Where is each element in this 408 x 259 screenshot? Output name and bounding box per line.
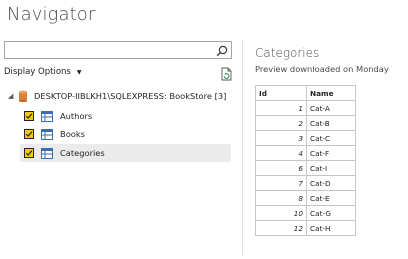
- column-header-id[interactable]: Id: [255, 85, 307, 101]
- cell-id: 12: [255, 220, 307, 236]
- table-header-row: Id Name: [255, 85, 356, 101]
- cell-name: Cat-A: [306, 100, 356, 116]
- tree-root-database[interactable]: ◢ DESKTOP-IIBLKH1\SQLEXPRESS: BookStore …: [8, 90, 227, 103]
- checkbox-books[interactable]: [24, 129, 34, 139]
- tree-item-books[interactable]: Books: [20, 125, 231, 143]
- table-row: 6 Cat-I: [255, 160, 356, 176]
- tree-root-label: DESKTOP-IIBLKH1\SQLEXPRESS: BookStore [3…: [34, 91, 227, 101]
- display-options-label: Display Options: [4, 67, 71, 77]
- cell-name: Cat-E: [306, 190, 356, 206]
- table-row: 7 Cat-D: [255, 175, 356, 191]
- preview-subtitle: Preview downloaded on Monday: [255, 64, 389, 74]
- table-icon: [41, 147, 53, 159]
- checkbox-authors[interactable]: [24, 111, 34, 121]
- cell-id: 8: [255, 190, 307, 206]
- cell-name: Cat-H: [306, 220, 356, 236]
- display-options-dropdown[interactable]: Display Options ▼: [4, 67, 81, 77]
- preview-table: Id Name 1 Cat-A 2 Cat-B 3 Cat-C 4 Cat-F 6 Cat…: [255, 85, 356, 236]
- tree-item-label: Authors: [60, 111, 93, 121]
- column-header-name[interactable]: Name: [306, 85, 356, 101]
- table-icon: [41, 128, 53, 140]
- window-title: Navigator: [7, 4, 96, 25]
- cell-name: Cat-D: [306, 175, 356, 191]
- refresh-icon[interactable]: [219, 66, 233, 81]
- table-icon: [41, 110, 53, 122]
- collapse-arrow-icon[interactable]: ◢: [8, 92, 18, 100]
- cell-name: Cat-C: [306, 130, 356, 146]
- table-row: 2 Cat-B: [255, 115, 356, 131]
- chevron-down-icon: ▼: [76, 68, 82, 76]
- table-row: 4 Cat-F: [255, 145, 356, 161]
- tree-item-categories[interactable]: Categories: [20, 144, 231, 162]
- table-row: 12 Cat-H: [255, 220, 356, 236]
- search-box[interactable]: [4, 41, 232, 59]
- tree-item-authors[interactable]: Authors: [20, 107, 231, 125]
- preview-title: Categories: [255, 46, 320, 60]
- table-row: 8 Cat-E: [255, 190, 356, 206]
- cell-id: 10: [255, 205, 307, 221]
- table-row: 10 Cat-G: [255, 205, 356, 221]
- tree-item-label: Books: [60, 129, 85, 139]
- cell-id: 4: [255, 145, 307, 161]
- cell-id: 7: [255, 175, 307, 191]
- tree-item-label: Categories: [60, 148, 105, 158]
- cell-id: 1: [255, 100, 307, 116]
- cell-id: 3: [255, 130, 307, 146]
- cell-id: 6: [255, 160, 307, 176]
- cell-name: Cat-B: [306, 115, 356, 131]
- database-icon: [18, 90, 28, 103]
- table-row: 3 Cat-C: [255, 130, 356, 146]
- search-input[interactable]: [7, 43, 207, 57]
- cell-id: 2: [255, 115, 307, 131]
- panel-divider[interactable]: [242, 40, 243, 255]
- table-row: 1 Cat-A: [255, 100, 356, 116]
- search-icon[interactable]: [215, 43, 229, 57]
- cell-name: Cat-F: [306, 145, 356, 161]
- cell-name: Cat-G: [306, 205, 356, 221]
- checkbox-categories[interactable]: [24, 148, 34, 158]
- cell-name: Cat-I: [306, 160, 356, 176]
